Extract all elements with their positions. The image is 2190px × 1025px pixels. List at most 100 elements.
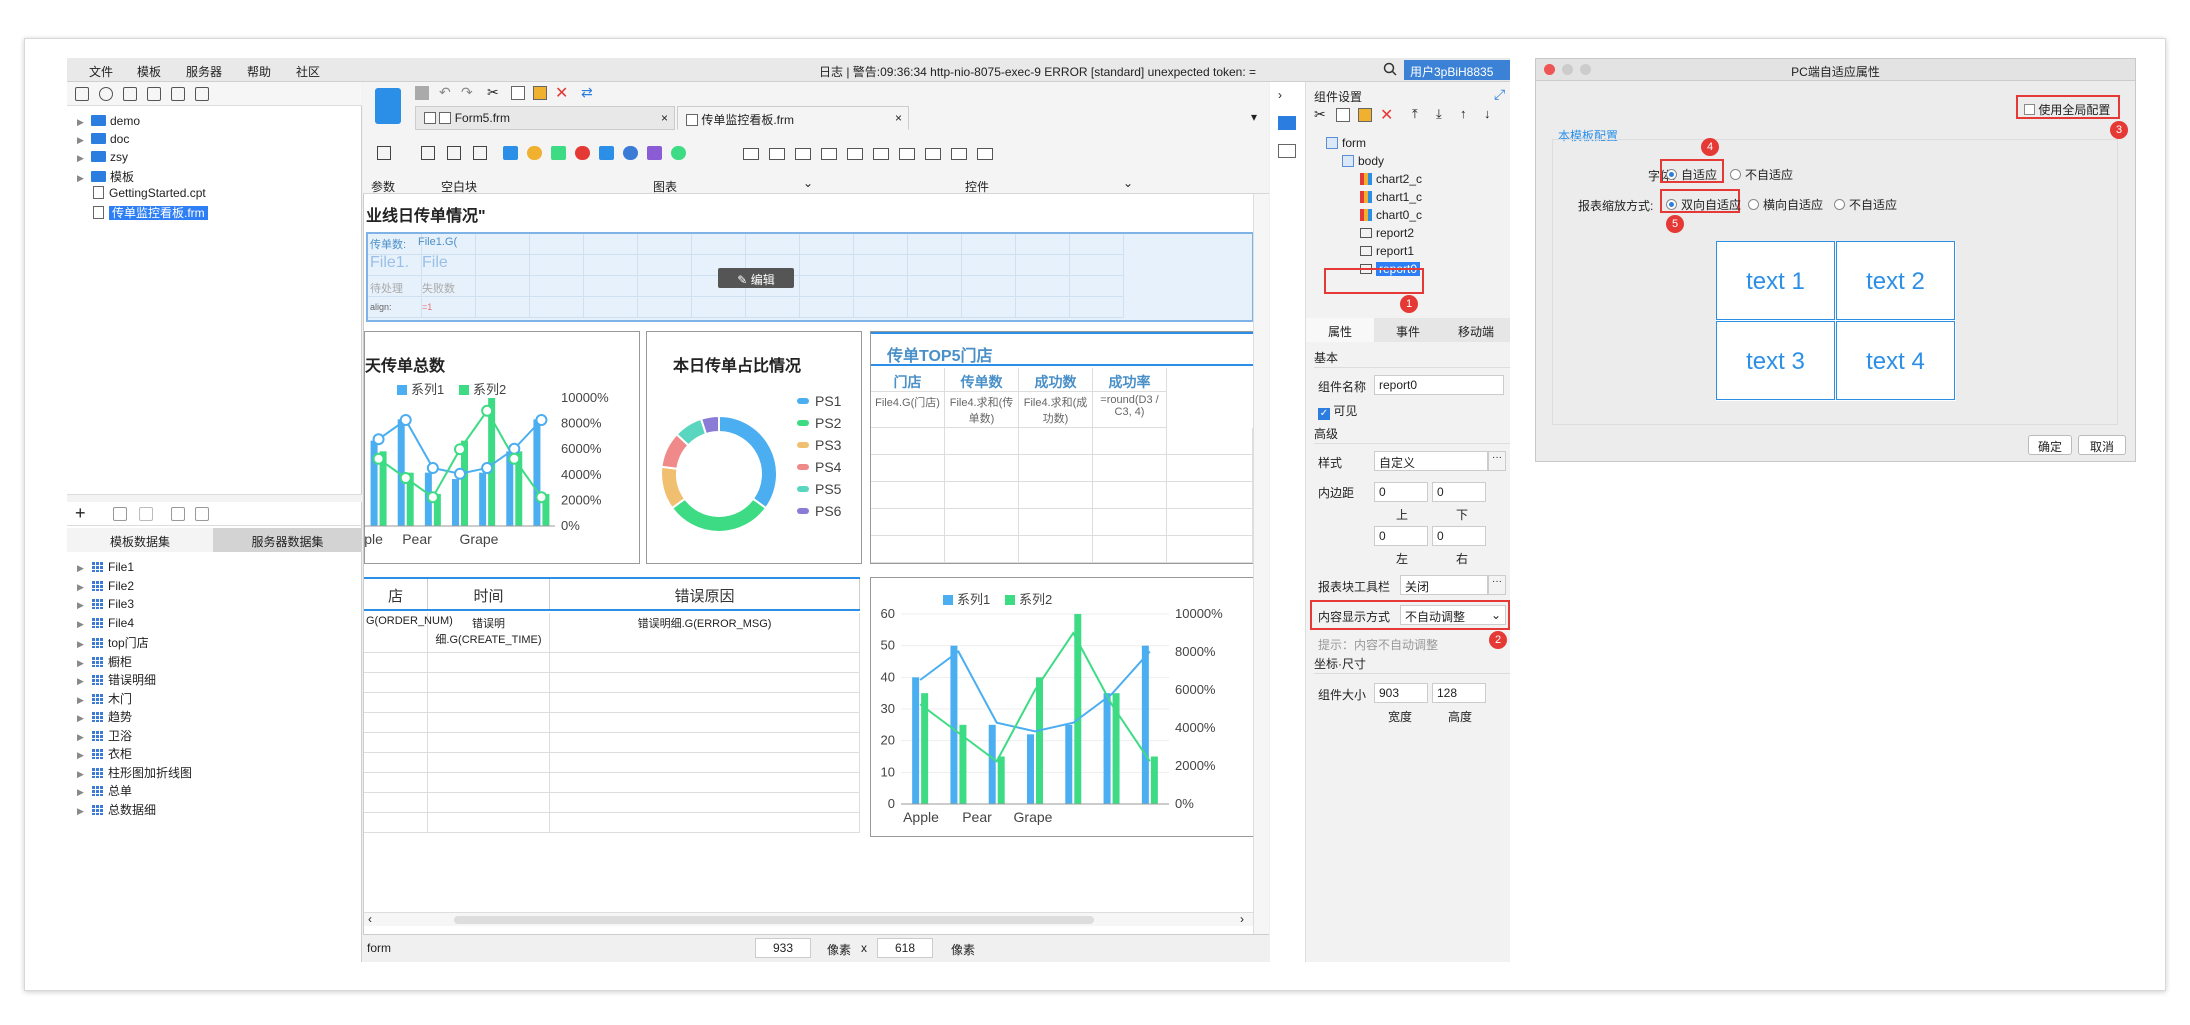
chevron-down-icon[interactable]: ⌄ [803,176,813,190]
user-badge[interactable]: 用户3pBiH8835 [1404,60,1510,80]
preview-icon[interactable] [171,507,185,521]
lock-icon[interactable] [147,87,161,101]
close-window-icon[interactable] [1544,64,1555,75]
dataset-item[interactable]: ▶ 总数据细 [77,801,156,818]
tab-server-datasets[interactable]: 服务器数据集 [213,528,362,552]
tree-node-report2[interactable]: report2 [1360,226,1414,240]
menu-community[interactable]: 社区 [296,63,320,80]
dataset-item[interactable]: ▶ 趋势 [77,708,132,725]
palette-chart-icon[interactable] [575,146,590,160]
chevron-down-icon[interactable]: ⌄ [1123,176,1133,190]
dataset-item[interactable]: ▶ top门店 [77,634,149,651]
trash-icon[interactable] [139,507,153,521]
palette-chart-icon[interactable] [647,146,662,160]
dataset-item[interactable]: ▶ 柱形图加折线图 [77,764,192,781]
delete-icon[interactable] [171,87,185,101]
tab-monitor[interactable]: 传单监控看板.frm × [677,106,909,130]
splitter[interactable] [67,494,362,502]
chevron-right-icon[interactable]: › [1278,88,1282,102]
dataset-item[interactable]: ▶ 错误明细 [77,671,156,688]
top-icon[interactable]: ⤒ [1412,106,1418,122]
pad-left-input[interactable]: 0 [1374,526,1428,546]
tree-folder-demo[interactable]: ▶ demo [77,114,140,131]
undo-icon[interactable]: ↶ [439,84,451,101]
chart-combo-widget[interactable]: 系列1 系列2 0 10 20 30 40 50 60 0% 2000% 4000% 6000% 8000… [870,577,1254,837]
more-icon[interactable]: ··· [1488,451,1506,471]
palette-control-icon[interactable] [769,148,785,160]
copy-icon[interactable] [511,86,525,100]
tree-node-chart0_c[interactable]: chart0_c [1360,208,1422,222]
palette-tab-icon[interactable] [473,146,487,160]
tree-node-form[interactable]: form [1326,136,1366,150]
cancel-button[interactable]: 取消 [2078,435,2126,455]
tree-folder-template[interactable]: ▶ 模板 [77,168,134,185]
search-icon[interactable] [1383,62,1397,76]
switch-icon[interactable]: ⇄ [581,84,593,101]
new-folder-icon[interactable] [75,87,89,101]
report0-block[interactable]: 传单数: File1.G(File1. File 待处理 失败数 align: =1 ✎ 编… [366,232,1254,322]
minimize-window-icon[interactable] [1562,64,1573,75]
dataset-item[interactable]: ▶ 衣柜 [77,745,132,762]
height-field[interactable]: 618 [877,938,933,958]
top5-widget[interactable]: 传单TOP5门店 门店 传单数 成功数 成功率 File4.G(门店) File4.求和(… [870,331,1255,564]
pad-top-input[interactable]: 0 [1374,482,1428,502]
tree-node-body[interactable]: body [1342,154,1384,168]
paste-icon[interactable] [195,507,209,521]
more-icon[interactable]: ··· [1488,575,1506,595]
size-height-input[interactable]: 128 [1432,683,1486,703]
dataset-item[interactable]: ▶ 木门 [77,690,132,707]
toolbar-input[interactable]: 关闭 [1400,575,1488,595]
scale-none-radio[interactable]: 不自适应 [1834,196,1897,213]
horizontal-scrollbar[interactable]: ‹ › [364,912,1254,926]
down-icon[interactable]: ↓ [1484,106,1491,121]
dataset-item[interactable]: ▶ File4 [77,616,134,630]
refresh-icon[interactable] [99,87,113,101]
tab-template-datasets[interactable]: 模板数据集 [67,528,213,552]
section-coordinates[interactable]: 坐标·尺寸▾ [1314,652,1510,674]
vertical-scrollbar[interactable] [1253,194,1269,934]
visible-checkbox[interactable]: ✓ 可见 [1318,402,1357,420]
pad-right-input[interactable]: 0 [1432,526,1486,546]
palette-chart-icon[interactable] [671,146,686,160]
scale-horizontal-radio[interactable]: 横向自适应 [1748,196,1823,213]
palette-chart-icon[interactable] [527,146,542,160]
palette-control-icon[interactable] [795,148,811,160]
palette-control-icon[interactable] [847,148,863,160]
tree-file-gettingstarted[interactable]: GettingStarted.cpt [77,186,206,203]
tree-node-chart2_c[interactable]: chart2_c [1360,172,1422,186]
cut-icon[interactable]: ✂ [1314,106,1326,123]
font-fixed-radio[interactable]: 不自适应 [1730,166,1793,183]
menu-file[interactable]: 文件 [89,63,113,80]
edit-button[interactable]: ✎ 编辑 [718,268,794,288]
copy-icon[interactable] [195,87,209,101]
palette-chart-icon[interactable] [551,146,566,160]
tab-events[interactable]: 事件 [1374,318,1442,342]
paste-icon[interactable] [533,86,547,100]
redo-icon[interactable]: ↷ [461,84,473,101]
size-width-input[interactable]: 903 [1374,683,1428,703]
tree-node-chart1_c[interactable]: chart1_c [1360,190,1422,204]
palette-chart-icon[interactable] [503,146,518,160]
scroll-right-icon[interactable]: › [1240,912,1244,926]
delete-icon[interactable]: ✕ [1380,105,1393,125]
content-mode-select[interactable]: 不自动调整 ⌄ [1400,605,1506,625]
tree-file-monitor[interactable]: 传单监控看板.frm [77,204,208,221]
save-icon[interactable] [415,86,429,100]
palette-control-icon[interactable] [925,148,941,160]
palette-chart-icon[interactable] [599,146,614,160]
dataset-item[interactable]: ▶ File1 [77,560,134,574]
open-icon[interactable] [123,87,137,101]
dataset-item[interactable]: ▶ File2 [77,579,134,593]
section-basic[interactable]: 基本▾ [1314,346,1510,368]
dataset-item[interactable]: ▶ 总单 [77,782,132,799]
dataset-item[interactable]: ▶ File3 [77,597,134,611]
copy-icon[interactable] [1336,108,1350,122]
edit-icon[interactable] [113,507,127,521]
maximize-window-icon[interactable] [1580,64,1591,75]
paste-icon[interactable] [1358,108,1372,122]
menu-template[interactable]: 模板 [137,63,161,80]
menu-help[interactable]: 帮助 [247,63,271,80]
palette-control-icon[interactable] [743,148,759,160]
palette-layout-icon[interactable] [447,146,461,160]
palette-control-icon[interactable] [899,148,915,160]
